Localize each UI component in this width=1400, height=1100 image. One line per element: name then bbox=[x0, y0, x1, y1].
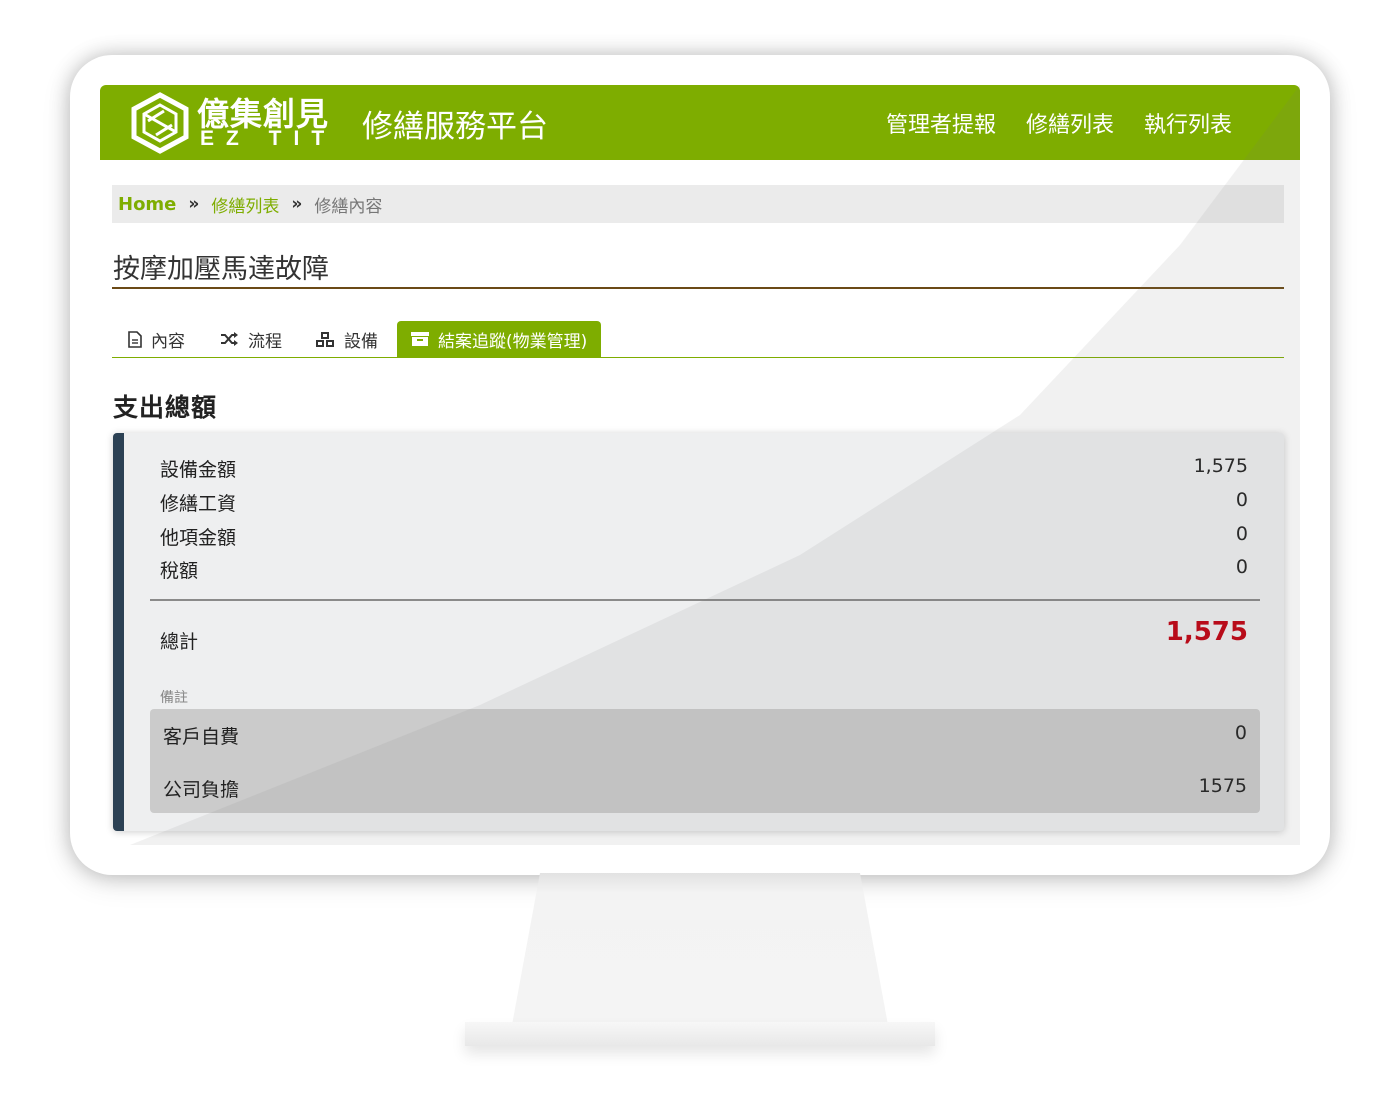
breadcrumb-current: 修繕內容 bbox=[314, 196, 383, 217]
split-value: 1575 bbox=[1198, 775, 1247, 797]
tab-process[interactable]: 流程 bbox=[220, 321, 282, 357]
expense-summary-card: 設備金額 1,575 修繕工資 0 他項金額 0 稅額 0 總計 1,575 備… bbox=[113, 433, 1284, 831]
file-icon bbox=[128, 330, 142, 348]
breadcrumb-separator: » bbox=[188, 194, 200, 214]
summary-row: 他項金額 0 bbox=[160, 523, 1248, 553]
page-title: 按摩加壓馬達故障 bbox=[113, 254, 329, 285]
summary-value: 0 bbox=[1235, 489, 1248, 511]
nav-admin-report[interactable]: 管理者提報 bbox=[886, 107, 996, 139]
summary-label: 設備金額 bbox=[160, 459, 237, 481]
total-row: 總計 1,575 bbox=[160, 617, 1248, 659]
total-label: 總計 bbox=[160, 631, 199, 653]
cost-split-box: 客戶自費 0 公司負擔 1575 bbox=[150, 709, 1260, 813]
shuffle-icon bbox=[221, 332, 238, 346]
archive-icon bbox=[411, 332, 429, 346]
tab-closing-tracking[interactable]: 結案追蹤(物業管理) bbox=[397, 321, 602, 357]
breadcrumb: Home » 修繕列表 » 修繕內容 bbox=[112, 185, 1284, 223]
summary-label: 修繕工資 bbox=[160, 493, 237, 515]
brand-name-en: EZ TIT bbox=[200, 127, 337, 150]
screen: 億集創見 EZ TIT 修繕服務平台 管理者提報 修繕列表 執行列表 Home … bbox=[100, 85, 1300, 845]
tab-closing-tracking-label: 結案追蹤(物業管理) bbox=[438, 331, 588, 352]
tab-equipment-label: 設備 bbox=[344, 331, 378, 352]
tab-content-label: 內容 bbox=[151, 331, 185, 352]
monitor-stand-neck bbox=[512, 873, 888, 1025]
breadcrumb-separator: » bbox=[291, 194, 303, 214]
nav-execution-list[interactable]: 執行列表 bbox=[1144, 107, 1232, 139]
split-value: 0 bbox=[1234, 722, 1247, 744]
note-label: 備註 bbox=[160, 690, 188, 706]
summary-row: 修繕工資 0 bbox=[160, 489, 1248, 519]
summary-value: 1,575 bbox=[1193, 455, 1248, 477]
summary-row: 設備金額 1,575 bbox=[160, 455, 1248, 485]
summary-row: 稅額 0 bbox=[160, 556, 1248, 586]
tab-content[interactable]: 內容 bbox=[128, 321, 185, 357]
summary-label: 他項金額 bbox=[160, 527, 237, 549]
breadcrumb-home-link[interactable]: Home bbox=[118, 194, 176, 215]
tab-bar: 內容 流程 設備 結案追蹤(物業管理) bbox=[112, 321, 1284, 357]
summary-label: 稅額 bbox=[160, 560, 199, 582]
app-title: 修繕服務平台 bbox=[362, 109, 548, 145]
cubes-icon bbox=[316, 331, 334, 347]
breadcrumb-repair-list-link[interactable]: 修繕列表 bbox=[211, 192, 279, 217]
nav-repair-list[interactable]: 修繕列表 bbox=[1026, 107, 1114, 139]
summary-value: 0 bbox=[1235, 523, 1248, 545]
split-label: 公司負擔 bbox=[163, 779, 240, 801]
tabs-underline bbox=[112, 357, 1284, 358]
section-title: 支出總額 bbox=[113, 393, 218, 422]
split-label: 客戶自費 bbox=[163, 726, 240, 748]
tab-equipment[interactable]: 設備 bbox=[315, 321, 378, 357]
summary-divider bbox=[150, 599, 1260, 601]
monitor-stand-base bbox=[465, 1022, 935, 1046]
brand-logo-icon bbox=[131, 92, 189, 154]
total-value: 1,575 bbox=[1165, 617, 1248, 647]
tab-process-label: 流程 bbox=[248, 331, 282, 352]
title-underline bbox=[112, 287, 1284, 289]
card-accent-bar bbox=[113, 433, 124, 831]
main-nav: 管理者提報 修繕列表 執行列表 bbox=[886, 107, 1232, 139]
top-navbar: 億集創見 EZ TIT 修繕服務平台 管理者提報 修繕列表 執行列表 bbox=[100, 85, 1300, 160]
summary-value: 0 bbox=[1235, 556, 1248, 578]
